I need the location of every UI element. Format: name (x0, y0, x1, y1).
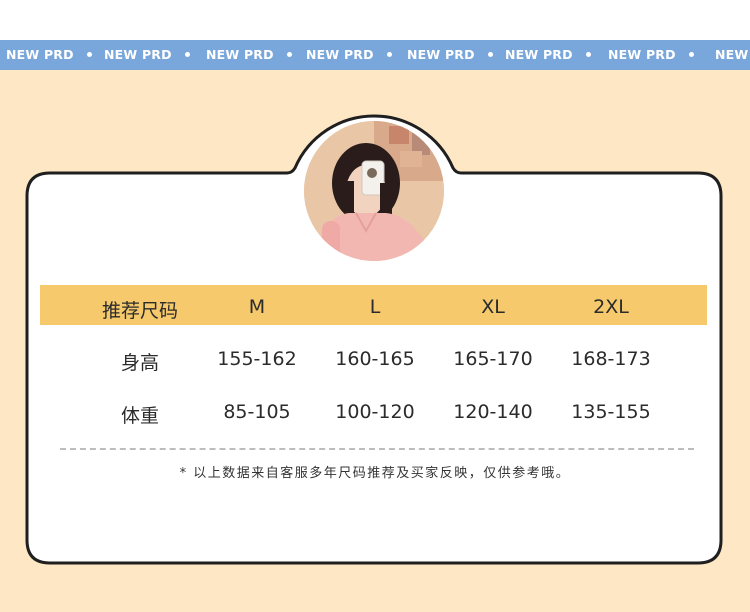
model-photo-icon (304, 121, 444, 261)
dot-icon (286, 52, 292, 57)
header-size-m: M (248, 296, 266, 318)
height-2xl: 168-173 (571, 348, 651, 370)
height-m: 155-162 (217, 348, 297, 370)
ticker-item: NEW PRD (715, 47, 750, 62)
dot-icon (487, 52, 493, 57)
ticker-item: NEW PRD (608, 40, 694, 70)
weight-m: 85-105 (223, 401, 291, 423)
new-product-ticker: NEW PRD NEW PRD NEW PRD NEW PRD NEW PRD … (0, 40, 750, 70)
ticker-item: NEW PRD (505, 40, 591, 70)
dot-icon (86, 52, 92, 57)
header-size-l: L (369, 296, 381, 318)
row-label-height: 身高 (120, 352, 159, 374)
ticker-item: NEW PRD (407, 40, 493, 70)
model-avatar (304, 121, 444, 261)
ticker-item: NEW PRD (104, 40, 190, 70)
header-size-xl: XL (481, 296, 505, 318)
dot-icon (386, 52, 392, 57)
height-l: 160-165 (335, 348, 415, 370)
size-note: * 以上数据来自客服多年尺码推荐及买家反映，仅供参考哦。 (179, 466, 571, 481)
weight-2xl: 135-155 (571, 401, 651, 423)
top-margin (0, 0, 750, 40)
row-label-weight: 体重 (120, 405, 159, 427)
weight-l: 100-120 (335, 401, 415, 423)
dot-icon (688, 52, 694, 57)
dashed-divider (60, 448, 694, 450)
height-xl: 165-170 (453, 348, 533, 370)
ticker-item: NEW PRD (206, 40, 292, 70)
ticker-item: NEW PRD (306, 40, 392, 70)
header-size-label: 推荐尺码 (101, 300, 178, 322)
ticker-item: NEW PRD (6, 40, 92, 70)
dot-icon (585, 52, 591, 57)
dot-icon (184, 52, 190, 57)
weight-xl: 120-140 (453, 401, 533, 423)
header-size-2xl: 2XL (593, 296, 629, 318)
